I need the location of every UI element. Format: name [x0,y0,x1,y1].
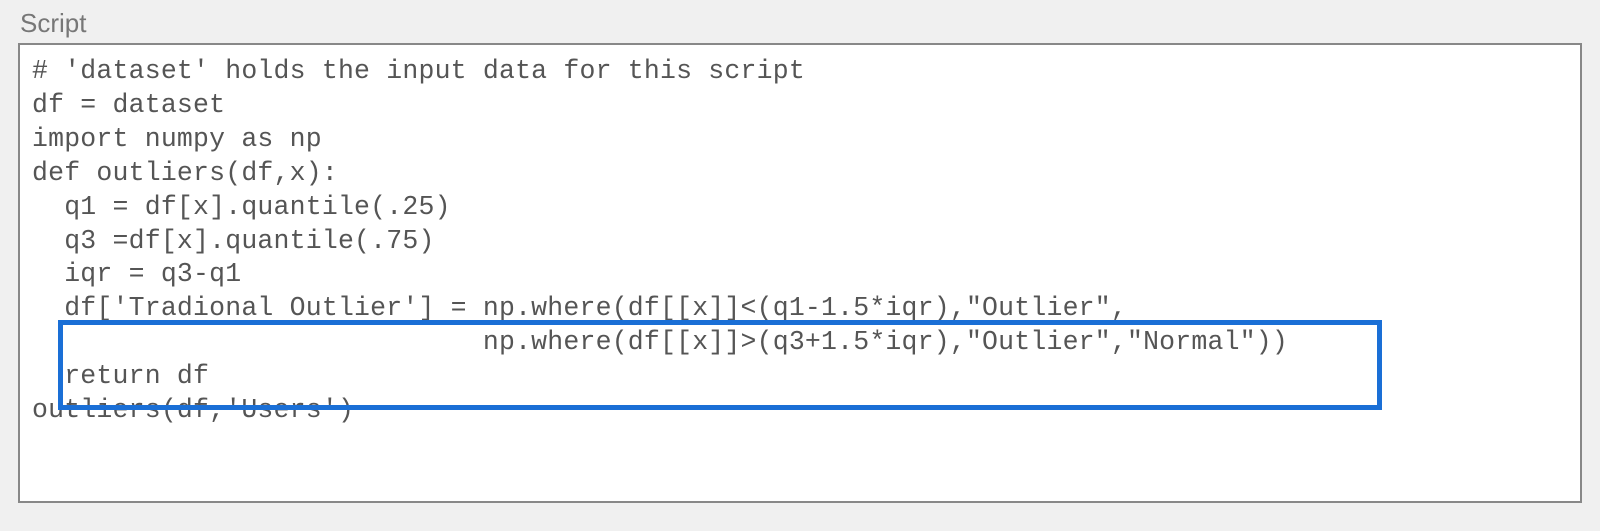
code-line: import numpy as np [32,123,1568,157]
code-line: return df [32,360,1568,394]
code-line: iqr = q3-q1 [32,258,1568,292]
code-line: def outliers(df,x): [32,157,1568,191]
code-block[interactable]: # 'dataset' holds the input data for thi… [32,55,1568,428]
script-editor[interactable]: # 'dataset' holds the input data for thi… [18,43,1582,503]
code-line: # 'dataset' holds the input data for thi… [32,55,1568,89]
code-line: df = dataset [32,89,1568,123]
code-line: q1 = df[x].quantile(.25) [32,191,1568,225]
code-line: df['Tradional Outlier'] = np.where(df[[x… [32,292,1568,326]
code-line: q3 =df[x].quantile(.75) [32,225,1568,259]
code-line: outliers(df,'Users') [32,394,1568,428]
code-line: np.where(df[[x]]>(q3+1.5*iqr),"Outlier",… [32,326,1568,360]
panel-label: Script [18,8,1582,39]
